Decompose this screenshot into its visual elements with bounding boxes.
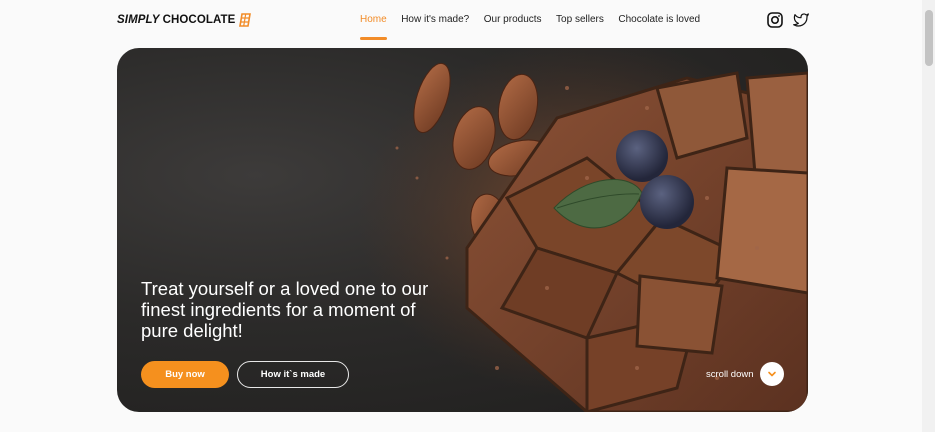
logo[interactable]: SIMPLY CHOCOLATE [117, 13, 252, 27]
nav-item-our-products[interactable]: Our products [484, 14, 542, 25]
site-header: SIMPLY CHOCOLATE Home How it's made? Our… [0, 0, 922, 42]
buy-now-button[interactable]: Buy now [141, 361, 229, 388]
logo-text-simply: SIMPLY [117, 14, 160, 26]
instagram-icon[interactable] [767, 12, 783, 28]
hero-headline: Treat yourself or a loved one to our fin… [141, 278, 429, 341]
twitter-icon[interactable] [793, 12, 809, 28]
chocolate-photo [357, 48, 808, 412]
nav-item-chocolate-is-loved[interactable]: Chocolate is loved [618, 14, 700, 25]
scrollbar-thumb[interactable] [925, 10, 933, 66]
chevron-down-icon [768, 371, 776, 377]
chocolate-bar-icon [239, 13, 252, 27]
scroll-down-label[interactable]: scroll down [706, 369, 754, 380]
logo-text-chocolate: CHOCOLATE [162, 14, 236, 26]
nav-item-home[interactable]: Home [360, 14, 387, 40]
scroll-down-button[interactable] [760, 362, 784, 386]
hero-banner: Treat yourself or a loved one to our fin… [117, 48, 808, 412]
main-nav: Home How it's made? Our products Top sel… [360, 14, 715, 40]
nav-item-top-sellers[interactable]: Top sellers [556, 14, 604, 25]
nav-item-how-its-made[interactable]: How it's made? [401, 14, 469, 25]
how-its-made-button[interactable]: How it`s made [237, 361, 349, 388]
